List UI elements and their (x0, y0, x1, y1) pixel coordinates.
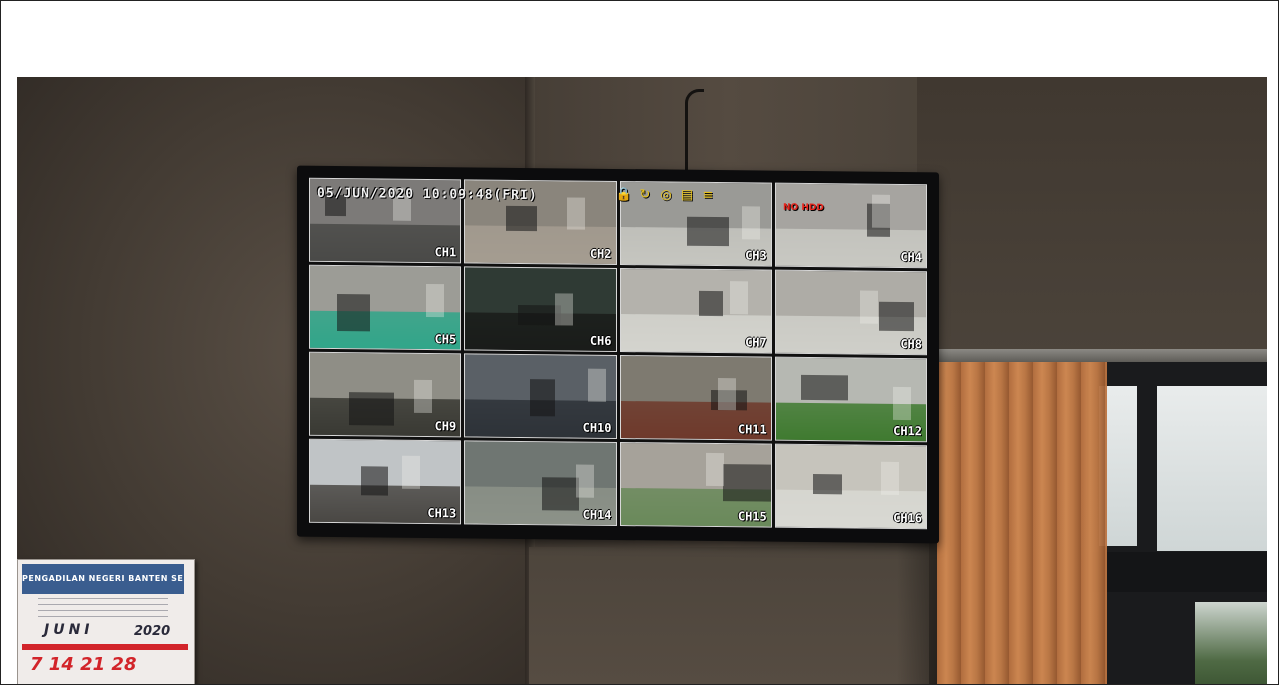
lower-wall-panel (529, 547, 929, 684)
camera-label: CH2 (589, 246, 612, 261)
camera-tile[interactable]: CH12 (774, 356, 927, 443)
osd-icons: 🔒 ↻ ◎ ▤ ≡ (615, 187, 717, 204)
camera-tile[interactable]: CH8 (774, 269, 927, 356)
camera-tile[interactable]: CH6 (464, 266, 617, 352)
calendar-header: PENGADILAN NEGERI BANTEN SERANG KELAS IA (22, 564, 184, 594)
camera-label: CH12 (893, 423, 922, 439)
network-icon: ◎ (660, 187, 672, 203)
calendar-year: 2020 (134, 624, 171, 639)
camera-label: CH15 (737, 509, 767, 524)
scene-object (706, 452, 725, 486)
camera-label: CH5 (434, 332, 457, 347)
scene-object (541, 477, 580, 511)
camera-tile[interactable]: CH5 (309, 264, 462, 351)
camera-label: CH9 (434, 419, 457, 434)
camera-label: CH10 (582, 420, 612, 435)
scene-object (401, 455, 420, 489)
calendar-month: JUNI (44, 622, 94, 638)
camera-label: CH4 (900, 249, 922, 265)
scene-object (337, 293, 371, 332)
camera-label: CH7 (745, 335, 767, 350)
scene-object (742, 206, 761, 240)
curtain-rail (933, 349, 1267, 363)
scene-object (588, 368, 607, 402)
scene-object (349, 392, 395, 426)
camera-label: CH3 (745, 248, 767, 263)
scene-object (567, 197, 586, 231)
camera-label: CH14 (582, 507, 612, 522)
scene-object (722, 463, 771, 502)
scene-object (413, 380, 432, 414)
lock-icon: 🔒 (615, 186, 633, 203)
image-frame: PENGADILAN NEGERI BANTEN SERANG KELAS IA… (0, 0, 1279, 685)
scene-object (880, 462, 899, 496)
scene-object (529, 378, 556, 417)
scene-object (892, 386, 911, 420)
scene-object (686, 217, 729, 247)
scene-object (555, 292, 574, 326)
scene-object (813, 473, 842, 495)
window (1087, 362, 1267, 684)
camera-tile[interactable]: CH10 (464, 353, 617, 439)
camera-tile[interactable]: CH16 (774, 443, 927, 530)
record-icon: ↻ (639, 187, 651, 203)
calendar-days: 7 14 21 28 (30, 654, 137, 675)
camera-label: CH6 (589, 333, 612, 348)
camera-tile[interactable]: CH9 (309, 351, 462, 438)
camera-tile[interactable]: CH4 (774, 182, 927, 269)
scene-object (718, 377, 737, 411)
scene-object (730, 281, 749, 315)
camera-label: CH8 (900, 336, 922, 352)
camera-tile[interactable]: CH11 (619, 355, 772, 441)
scene-object (859, 290, 878, 324)
camera-label: CH11 (737, 422, 767, 437)
scene-object (576, 464, 595, 498)
camera-label: CH1 (434, 245, 457, 260)
scene-object (698, 291, 723, 317)
scene-object (871, 194, 890, 228)
scene-object (505, 206, 538, 232)
scene-object (801, 375, 848, 401)
window-pane (1157, 386, 1267, 551)
no-hdd-warning: NO HDD (783, 202, 824, 214)
camera-label: CH13 (427, 506, 457, 521)
wall-calendar: PENGADILAN NEGERI BANTEN SERANG KELAS IA… (17, 559, 195, 684)
camera-tile[interactable]: CH14 (464, 440, 617, 526)
camera-tile[interactable]: CH15 (619, 442, 772, 528)
cctv-grid: CH1 CH2 CH3 CH4 CH5 CH6 CH7 CH8 CH9 CH10 CH11 CH12 C… (309, 177, 927, 530)
scene-object (361, 466, 389, 496)
cctv-monitor: CH1 CH2 CH3 CH4 CH5 CH6 CH7 CH8 CH9 CH10 CH11 CH12 C… (297, 165, 939, 544)
scene-object (425, 284, 444, 318)
scene-object (879, 302, 914, 332)
hdd-icon: ▤ (680, 187, 694, 203)
calendar-divider (22, 644, 188, 650)
photo: PENGADILAN NEGERI BANTEN SERANG KELAS IA… (17, 77, 1267, 684)
wall-right (917, 77, 1267, 377)
window-frame-bar (1087, 552, 1267, 592)
camera-tile[interactable]: CH13 (309, 438, 462, 525)
osd-datetime: 05/JUN/2020 10:09:48(FRI) (317, 185, 538, 204)
window-pane-trees (1195, 602, 1267, 684)
signal-icon: ≡ (702, 187, 714, 203)
camera-label: CH16 (893, 510, 922, 526)
curtain (937, 362, 1107, 684)
camera-tile[interactable]: CH7 (619, 268, 772, 354)
calendar-subtext (38, 598, 168, 620)
